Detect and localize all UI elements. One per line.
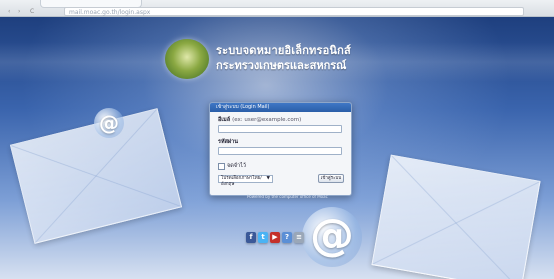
chevron-down-icon: ▼ — [266, 176, 270, 181]
at-sign-icon: @ — [94, 108, 124, 138]
login-button[interactable]: เข้าสู่ระบบ — [318, 174, 344, 183]
remember-label: จดจำไว้ — [227, 163, 246, 169]
social-links: f t ▶? ≡ — [246, 232, 304, 244]
at-sign-large-icon: @ — [302, 207, 362, 267]
email-hint: (ex: user@example.com) — [232, 117, 302, 123]
back-arrow-icon[interactable]: ‹ — [8, 8, 10, 16]
forward-arrow-icon[interactable]: › — [18, 8, 20, 16]
footer-note: Powered by the computer office of Moac — [247, 194, 328, 199]
login-form: เข้าสู่ระบบ (Login Mail) อีเมล์ (ex: use… — [209, 102, 352, 196]
remember-checkbox[interactable] — [218, 163, 225, 170]
language-select[interactable]: โปรดเลือกภาษาไทย/อังกฤษ ▼ — [218, 175, 273, 187]
email-field[interactable] — [218, 125, 342, 133]
address-bar[interactable]: mail.moac.go.th/login.aspx — [64, 7, 524, 16]
password-field[interactable] — [218, 147, 342, 155]
help-icon[interactable]: ? — [282, 232, 292, 243]
envelope-illustration-right — [371, 154, 541, 279]
document-icon[interactable]: ≡ — [294, 232, 304, 243]
facebook-icon[interactable]: f — [246, 232, 256, 243]
language-select-value: โปรดเลือกภาษาไทย/อังกฤษ — [221, 176, 262, 187]
email-label-text: อีเมล์ — [218, 117, 231, 123]
browser-toolbar: ‹ › C mail.moac.go.th/login.aspx — [0, 0, 554, 17]
twitter-icon[interactable]: t — [258, 232, 268, 243]
email-label: อีเมล์ (ex: user@example.com) — [218, 116, 301, 124]
reload-icon[interactable]: C — [30, 8, 34, 16]
password-label: รหัสผ่าน — [218, 139, 239, 145]
youtube-icon[interactable]: ▶ — [270, 232, 280, 243]
page-background: @ @ ระบบจดหมายอิเล็กทรอนิกส์ กระทรวงเกษต… — [0, 17, 554, 279]
login-form-header: เข้าสู่ระบบ (Login Mail) — [210, 103, 351, 112]
page-subtitle: กระทรวงเกษตรและสหกรณ์ — [216, 59, 347, 72]
ministry-seal-logo — [165, 39, 209, 79]
